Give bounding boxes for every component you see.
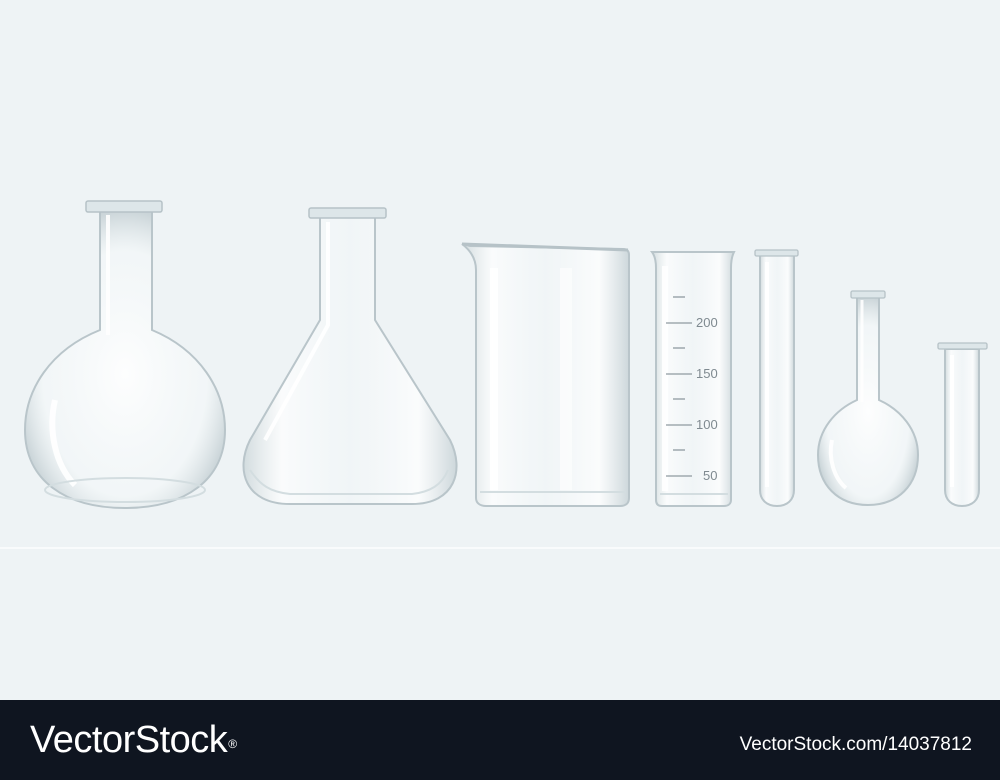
lab-glassware-illustration: 200 150 100 50 <box>0 0 1000 700</box>
glassware-canvas: 200 150 100 50 <box>0 200 1000 549</box>
erlenmeyer-flask-icon <box>242 207 458 505</box>
vectorstock-logo[interactable]: VectorStock® <box>30 716 237 764</box>
short-test-tube-icon <box>937 342 988 508</box>
scale-label-100: 100 <box>696 417 718 432</box>
logo-text: VectorStock <box>30 719 228 761</box>
test-tube-icon <box>754 249 799 508</box>
scale-label-150: 150 <box>696 366 718 381</box>
scale-label-200: 200 <box>696 315 718 330</box>
scale-label-50: 50 <box>703 468 717 483</box>
round-bottom-flask-icon <box>23 200 227 510</box>
watermark-footer: VectorStock® VectorStock.com/14037812 <box>0 700 1000 780</box>
registered-mark: ® <box>228 737 237 751</box>
beaker-icon <box>461 242 630 507</box>
image-id-link[interactable]: VectorStock.com/14037812 <box>740 734 972 756</box>
graduated-cylinder-icon: 200 150 100 50 <box>650 251 736 507</box>
small-round-bottom-flask-icon <box>816 290 920 507</box>
